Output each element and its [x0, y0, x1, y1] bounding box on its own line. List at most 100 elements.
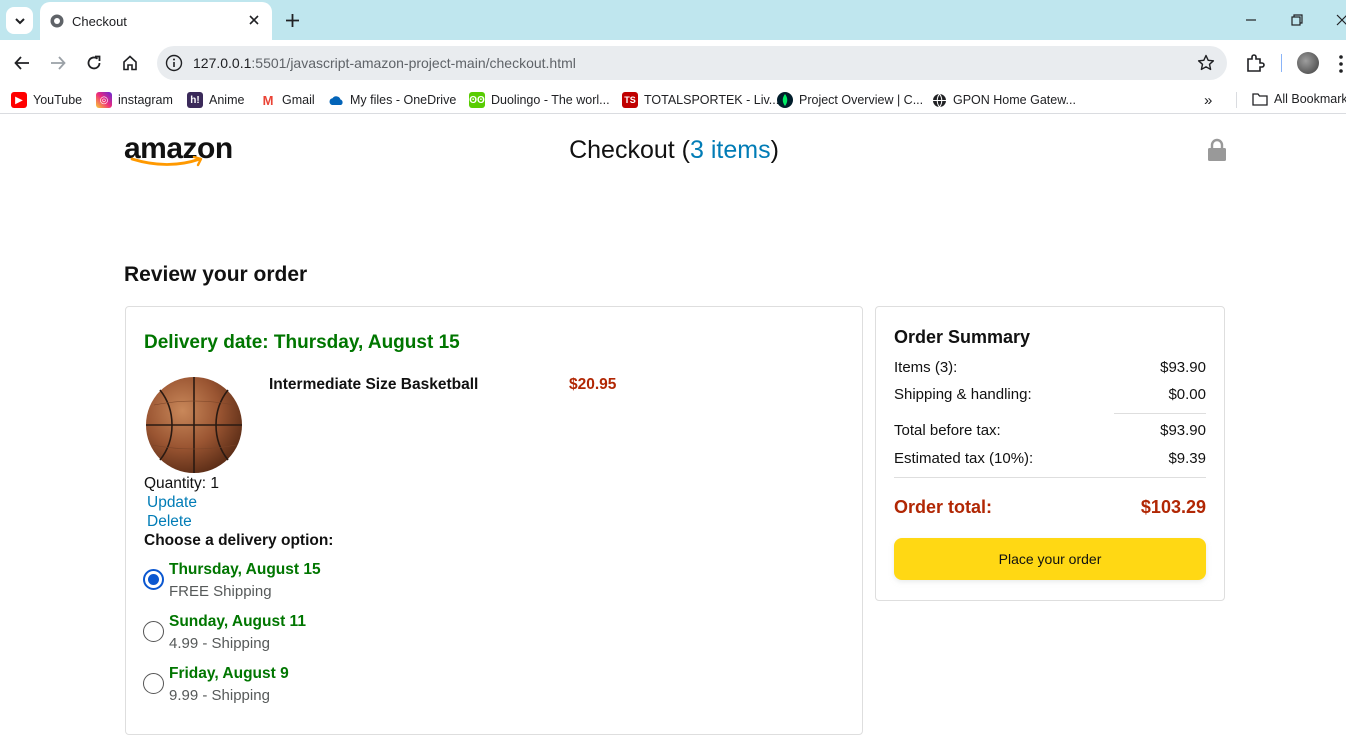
home-button[interactable] [118, 51, 142, 75]
globe-icon [50, 14, 64, 28]
url-host: 127.0.0.1 [193, 55, 252, 71]
minimize-icon [1246, 19, 1256, 21]
minimize-button[interactable] [1240, 9, 1262, 31]
checkout-title-text: Checkout ( [569, 136, 690, 164]
bookmark-label: instagram [118, 93, 173, 107]
items-count-link[interactable]: 3 items [690, 136, 771, 164]
delete-link[interactable]: Delete [147, 513, 192, 531]
bookmark-label: GPON Home Gatew... [953, 93, 1076, 107]
delivery-option-price: 9.99 - Shipping [169, 687, 270, 704]
update-link[interactable]: Update [147, 494, 197, 512]
bookmark-duolingo[interactable]: ʘʘ Duolingo - The worl... [469, 92, 610, 108]
mongodb-icon [777, 92, 793, 108]
checkout-title-suffix: ) [770, 136, 779, 164]
folder-icon [1252, 93, 1268, 106]
delivery-date: Delivery date: Thursday, August 15 [144, 332, 460, 353]
checkout-header: Checkout (3 items) [0, 136, 1346, 165]
summary-row: Estimated tax (10%): $9.39 [894, 450, 1206, 467]
hianime-icon: h! [187, 92, 203, 108]
menu-kebab-icon[interactable] [1336, 54, 1346, 74]
totalsportek-icon: TS [622, 92, 638, 108]
profile-avatar[interactable] [1297, 52, 1319, 74]
arrow-left-icon [14, 56, 29, 70]
order-total-row: Order total: $103.29 [894, 497, 1206, 518]
order-summary: Order Summary Items (3): $93.90 Shipping… [875, 306, 1225, 601]
summary-divider [894, 477, 1206, 478]
summary-row: Shipping & handling: $0.00 [894, 386, 1206, 403]
delivery-option-price: 4.99 - Shipping [169, 635, 270, 652]
delivery-option-price: FREE Shipping [169, 583, 272, 600]
tab-title: Checkout [72, 14, 127, 29]
summary-divider [1114, 413, 1206, 414]
cart-item-container: Delivery date: Thursday, August 15 Inter… [125, 306, 863, 735]
order-total-value: $103.29 [1140, 497, 1206, 517]
place-order-button[interactable]: Place your order [894, 538, 1206, 580]
forward-button[interactable] [46, 51, 70, 75]
chevron-down-icon [14, 17, 25, 24]
extensions-icon[interactable] [1244, 52, 1266, 74]
delivery-radio[interactable] [143, 569, 164, 590]
bookmark-gmail[interactable]: M Gmail [260, 92, 315, 108]
instagram-icon: ◎ [96, 92, 112, 108]
bookmarks-bar: ▶ YouTube ◎ instagram h! Anime M Gmail M… [0, 86, 1346, 114]
window-close-button[interactable] [1331, 9, 1346, 31]
summary-row-label: Shipping & handling: [894, 386, 1032, 403]
product-name: Intermediate Size Basketball [269, 376, 479, 393]
bookmark-anime[interactable]: h! Anime [187, 92, 244, 108]
summary-row-value: $9.39 [1168, 450, 1206, 467]
tab-strip: Checkout [0, 0, 1346, 40]
summary-row-label: Items (3): [894, 359, 958, 376]
tab-close-button[interactable] [244, 10, 264, 30]
double-chevron-right-icon: » [1204, 92, 1213, 109]
bookmark-label: Gmail [282, 93, 315, 107]
all-bookmarks[interactable]: All Bookmarks [1252, 92, 1346, 106]
close-icon [1336, 14, 1346, 26]
close-icon [249, 15, 259, 25]
plus-icon [285, 13, 299, 27]
delivery-option-date: Sunday, August 11 [169, 613, 306, 630]
onedrive-icon [328, 92, 344, 108]
site-info-icon[interactable] [165, 54, 183, 72]
duolingo-icon: ʘʘ [469, 92, 485, 108]
bookmark-totalsportek[interactable]: TS TOTALSPORTEK - Liv... [622, 92, 779, 108]
reload-button[interactable] [82, 51, 106, 75]
back-button[interactable] [10, 51, 34, 75]
restore-button[interactable] [1286, 9, 1308, 31]
tab-search-button[interactable] [6, 7, 33, 34]
delivery-option-date: Friday, August 9 [169, 665, 289, 682]
new-tab-button[interactable] [281, 9, 303, 31]
all-bookmarks-label: All Bookmarks [1274, 92, 1346, 106]
page-title: Review your order [124, 263, 308, 286]
url-text: 127.0.0.1:5501/javascript-amazon-project… [193, 55, 576, 71]
order-total-label: Order total: [894, 497, 993, 517]
bookmarks-overflow-button[interactable]: » [1204, 92, 1212, 109]
delivery-radio[interactable] [143, 621, 164, 642]
bookmark-project-overview[interactable]: Project Overview | C... [777, 92, 923, 108]
bookmark-onedrive[interactable]: My files - OneDrive [328, 92, 456, 108]
bookmark-gpon[interactable]: GPON Home Gatew... [931, 92, 1076, 108]
bookmark-star-icon[interactable] [1197, 54, 1215, 72]
url-path: :5501/javascript-amazon-project-main/che… [251, 55, 576, 71]
product-price: $20.95 [569, 376, 617, 393]
quantity-label: Quantity: 1 [144, 475, 219, 492]
summary-row-label: Total before tax: [894, 422, 1001, 439]
summary-row-label: Estimated tax (10%): [894, 450, 1034, 467]
tab-checkout[interactable]: Checkout [40, 2, 272, 40]
basketball-product-image [146, 377, 242, 473]
bookmark-label: YouTube [33, 93, 83, 107]
delivery-radio[interactable] [143, 673, 164, 694]
bookmark-youtube[interactable]: ▶ YouTube [11, 92, 82, 108]
address-bar[interactable]: 127.0.0.1:5501/javascript-amazon-project… [157, 46, 1227, 80]
summary-row-value: $0.00 [1168, 386, 1206, 403]
summary-row-value: $93.90 [1160, 359, 1206, 376]
lock-icon [1208, 138, 1226, 161]
bookmark-label: Duolingo - The worl... [491, 93, 610, 107]
bookmark-instagram[interactable]: ◎ instagram [96, 92, 173, 108]
summary-row: Total before tax: $93.90 [894, 422, 1206, 439]
summary-row-value: $93.90 [1160, 422, 1206, 439]
summary-row: Items (3): $93.90 [894, 359, 1206, 376]
gmail-icon: M [260, 92, 276, 108]
bookmark-label: Project Overview | C... [799, 93, 924, 107]
delivery-options-label: Choose a delivery option: [144, 532, 334, 549]
toolbar-separator [1281, 54, 1282, 72]
